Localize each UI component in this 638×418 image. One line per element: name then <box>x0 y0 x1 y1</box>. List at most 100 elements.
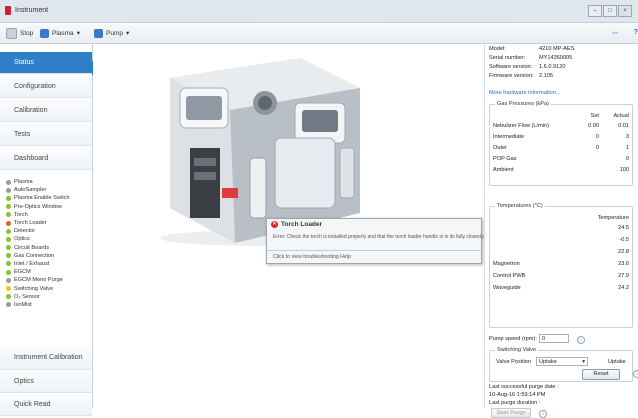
window-controls: – □ × <box>588 5 632 17</box>
error-title: Torch Loader <box>281 221 323 228</box>
toolbar: Stop Plasma ▾ Pump ▾ ⇦ ? <box>0 23 638 44</box>
chevron-down-icon: ▾ <box>125 30 130 37</box>
nav-configuration[interactable]: Configuration <box>0 76 92 98</box>
pump-info-icon[interactable]: i <box>577 336 585 344</box>
purge-info-icon[interactable]: i <box>539 410 547 418</box>
gas-set: 0 <box>595 134 599 140</box>
status-item[interactable]: Optics <box>6 235 92 243</box>
nav-calibration[interactable]: Calibration <box>0 100 92 122</box>
software-row: Software version: 1.6.0.9120 <box>489 64 565 70</box>
status-dot-icon <box>6 236 11 242</box>
stop-icon <box>6 27 17 39</box>
stop-button[interactable]: Stop <box>6 27 33 39</box>
temperature-header-row: Temperature <box>493 215 629 223</box>
status-dot-icon <box>6 277 11 283</box>
gas-set: 0.00 <box>588 123 599 129</box>
status-item-label: EGCM <box>14 269 31 276</box>
gas-row: Intermediate 0 3 <box>493 134 629 142</box>
gas-row: POP Gas 0 <box>493 156 629 164</box>
serial-row: Serial number: MY14360005 <box>489 55 572 61</box>
gas-set: 0 <box>595 145 599 151</box>
model-value: 4210 MP-AES <box>539 46 575 52</box>
more-hardware-link[interactable]: More hardware information... <box>489 90 561 96</box>
status-item-label: AutoSampler <box>14 187 47 194</box>
nav-instrument-calibration[interactable]: Instrument Calibration <box>0 346 92 370</box>
nav-quick-read[interactable]: Quick Read <box>0 394 92 416</box>
pump-button[interactable]: Pump ▾ <box>94 27 129 39</box>
app-icon <box>5 6 11 15</box>
minimize-button[interactable]: – <box>588 5 602 17</box>
status-item-label: Detector <box>14 228 36 235</box>
status-item-label: Optics <box>14 236 30 243</box>
valve-status: Uptake <box>608 359 626 365</box>
status-item-label: Pre-Optics Window <box>14 203 62 210</box>
serial-value: MY14360005 <box>539 55 573 61</box>
status-item[interactable]: Plasma Enable Switch <box>6 194 92 202</box>
help-icon[interactable]: ? <box>634 29 638 36</box>
plasma-icon <box>40 28 49 38</box>
gas-actual: 3 <box>625 134 629 140</box>
back-icon[interactable]: ⇦ <box>612 29 618 37</box>
pump-label: Pump <box>106 29 123 37</box>
start-purge-button[interactable]: Start Purge <box>491 408 531 418</box>
valve-position-select[interactable]: Uptake ▾ <box>536 357 588 366</box>
status-item[interactable]: Gas Connection <box>6 252 92 260</box>
temperature-value: 27.9 <box>618 273 629 279</box>
status-item[interactable]: Torch <box>6 211 92 219</box>
gas-actual: 0 <box>625 156 629 162</box>
switching-valve-group: Switching Valve Valve Position Uptake ▾ … <box>489 347 633 382</box>
status-item[interactable]: IsoMist <box>6 301 92 309</box>
nav-tests[interactable]: Tests <box>0 124 92 146</box>
close-button[interactable]: × <box>618 5 632 17</box>
plasma-button[interactable]: Plasma ▾ <box>40 27 80 39</box>
status-dot-icon <box>6 187 11 193</box>
switching-valve-title: Switching Valve <box>495 347 539 353</box>
status-item[interactable]: O₂ Sensor <box>6 293 92 301</box>
error-message: Error: Check the torch is installed prop… <box>273 234 501 240</box>
error-popup[interactable]: ✕ Torch Loader Error: Check the torch is… <box>266 218 501 264</box>
temperature-name: Waveguide <box>493 285 521 291</box>
gas-name: Outer <box>493 145 507 151</box>
status-item[interactable]: EGCM Mono Purge <box>6 276 92 284</box>
pump-speed-input[interactable]: 0 <box>539 334 569 343</box>
status-dot-icon <box>6 228 11 234</box>
software-label: Software version: <box>489 64 533 70</box>
gas-pressures-title: Gas Pressures (kPa) <box>495 101 551 107</box>
firmware-label: Firmware version: <box>489 73 534 79</box>
plasma-label: Plasma <box>52 29 74 37</box>
gas-row: Outer 0 1 <box>493 145 629 153</box>
window-title: Instrument <box>15 7 49 14</box>
gas-row: Ambient 100 <box>493 167 629 175</box>
status-item[interactable]: Switching Valve <box>6 284 92 292</box>
temperature-value: 24.5 <box>618 225 629 231</box>
gas-name: POP Gas <box>493 156 517 162</box>
status-item[interactable]: Plasma <box>6 178 92 186</box>
status-item[interactable]: Inlet / Exhaust <box>6 260 92 268</box>
troubleshooting-link[interactable]: Click to view troubleshooting Help <box>267 250 481 263</box>
status-item[interactable]: Torch Loader <box>6 219 92 227</box>
status-dot-icon <box>6 261 11 267</box>
serial-label: Serial number: <box>489 55 526 61</box>
status-item[interactable]: Circuit Boards <box>6 244 92 252</box>
model-row: Model: 4210 MP-AES <box>489 46 574 52</box>
nav-optics[interactable]: Optics <box>0 371 92 393</box>
status-item[interactable]: EGCM <box>6 268 92 276</box>
last-purge-label: Last successful purge date : <box>489 384 559 390</box>
nav-dashboard[interactable]: Dashboard <box>0 148 92 170</box>
temperature-value: -0.5 <box>619 237 629 243</box>
temperature-row: Magnetron 23.6 <box>493 261 629 269</box>
nav-status[interactable]: Status <box>0 52 92 74</box>
maximize-button[interactable]: □ <box>603 5 617 17</box>
status-item[interactable]: Detector <box>6 227 92 235</box>
status-item[interactable]: Pre-Optics Window <box>6 203 92 211</box>
temperature-name: Control PWB <box>493 273 526 279</box>
last-purge-value: 10-Aug-16 1:59:14 PM <box>489 392 546 398</box>
temperature-name: Magnetron <box>493 261 520 267</box>
status-item-label: Plasma Enable Switch <box>14 195 70 202</box>
valve-position-label: Valve Position <box>496 359 532 365</box>
reset-button[interactable]: Reset <box>582 369 620 380</box>
status-item[interactable]: AutoSampler <box>6 186 92 194</box>
valve-info-icon[interactable]: i <box>633 370 638 378</box>
temperature-row: Control PWB 27.9 <box>493 273 629 281</box>
status-dot-icon <box>6 245 11 251</box>
